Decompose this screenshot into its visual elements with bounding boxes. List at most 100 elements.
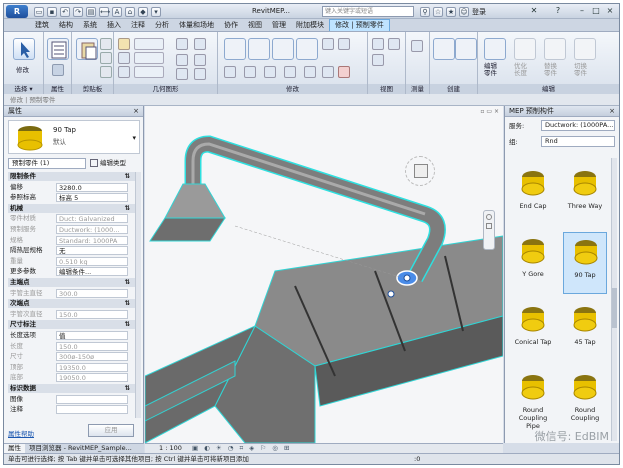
tab-1[interactable]: 结构 xyxy=(54,19,78,31)
close-hidden-icon[interactable]: ▾ xyxy=(151,6,161,17)
part-tile[interactable]: Y Gore xyxy=(511,232,555,294)
redo-icon[interactable]: ↷ xyxy=(73,6,83,17)
create-assembly-icon[interactable] xyxy=(433,38,455,60)
property-value[interactable] xyxy=(56,394,128,404)
view-scale[interactable]: 1 : 100 xyxy=(159,444,182,452)
tab-0[interactable]: 建筑 xyxy=(30,19,54,31)
instance-filter-dropdown[interactable]: 预制零件 (1) xyxy=(8,158,86,169)
cut-geometry-icon[interactable] xyxy=(118,52,130,64)
restore-button[interactable]: □ xyxy=(590,6,602,17)
save-icon[interactable]: ▪ xyxy=(47,6,57,17)
trim-icon[interactable] xyxy=(284,66,296,78)
part-tile[interactable]: Three Way xyxy=(563,164,607,226)
modify-arrow-icon[interactable] xyxy=(13,38,35,60)
favorites-icon[interactable]: ★ xyxy=(446,6,456,17)
properties-icon[interactable] xyxy=(47,38,69,60)
property-section[interactable]: 尺寸标注 ⇅ xyxy=(8,320,140,330)
mirror-line-icon[interactable] xyxy=(296,38,318,60)
create-parts-icon[interactable] xyxy=(455,38,477,60)
property-section[interactable]: 限制条件 ⇅ xyxy=(8,172,140,181)
tab-7[interactable]: 协作 xyxy=(219,19,243,31)
tab-2[interactable]: 系统 xyxy=(78,19,102,31)
tab-5[interactable]: 分析 xyxy=(150,19,174,31)
property-value[interactable] xyxy=(56,405,128,415)
property-value[interactable]: 3280.0 xyxy=(56,182,128,192)
parts-scrollbar[interactable] xyxy=(611,158,617,441)
subscription-icon[interactable]: ☆ xyxy=(433,6,443,17)
array-icon[interactable] xyxy=(304,66,316,78)
open-icon[interactable]: ▭ xyxy=(34,6,44,17)
measure-tool-icon[interactable] xyxy=(411,40,423,52)
view-control-icons[interactable]: ▣ ◐ ☀ ◔ ⌗ ◈ ⚐ ◎ ⊞ xyxy=(192,444,291,452)
exchange-icon[interactable]: ✕ xyxy=(528,6,540,17)
mirror-icon[interactable] xyxy=(272,38,294,60)
measure-icon[interactable]: ⟷ xyxy=(99,6,110,17)
text-icon[interactable]: A xyxy=(112,6,122,17)
apply-button[interactable]: 应用 xyxy=(88,424,134,437)
part-tile[interactable]: 90 Tap xyxy=(563,232,607,294)
user-icon[interactable]: ☺ xyxy=(459,6,469,17)
rotate-icon[interactable] xyxy=(264,66,276,78)
wall-icon[interactable] xyxy=(194,68,206,80)
property-section[interactable]: 机械 ⇅ xyxy=(8,203,140,213)
split-gap-icon[interactable] xyxy=(338,38,350,50)
close-icon[interactable]: × xyxy=(609,106,615,117)
scroll-thumb[interactable] xyxy=(612,288,617,328)
align-icon[interactable] xyxy=(224,38,246,60)
part-tile[interactable]: 45 Tap xyxy=(563,300,607,362)
collapse-icon[interactable]: ⇅ xyxy=(125,204,130,213)
collapse-icon[interactable]: ⇅ xyxy=(125,172,130,181)
collapse-icon[interactable]: ⇅ xyxy=(125,320,130,329)
tab-3[interactable]: 插入 xyxy=(102,19,126,31)
tab-11[interactable]: 修改 | 预制零件 xyxy=(329,19,390,31)
3d-viewport[interactable]: ▫ ▭ × xyxy=(145,106,503,443)
service-dropdown[interactable]: Ductwork: (1000PA... xyxy=(541,120,615,131)
edit-part-icon[interactable] xyxy=(484,38,506,60)
part-tile[interactable]: Round Coupling xyxy=(563,368,607,430)
navigation-bar[interactable] xyxy=(483,210,495,250)
copy-icon[interactable] xyxy=(100,52,112,64)
join-icon[interactable] xyxy=(118,66,130,78)
move-icon[interactable] xyxy=(224,66,236,78)
tab-8[interactable]: 视图 xyxy=(243,19,267,31)
paste-icon[interactable] xyxy=(76,38,98,60)
offset-icon[interactable] xyxy=(248,38,270,60)
edit-type-button[interactable]: 编辑类型 xyxy=(90,158,140,169)
part-tile[interactable]: End Cap xyxy=(511,164,555,226)
collapse-icon[interactable]: ⇅ xyxy=(125,278,130,287)
property-value[interactable]: 无 xyxy=(56,246,128,256)
part-tile[interactable]: Conical Tap xyxy=(511,300,555,362)
tab-6[interactable]: 体量和场地 xyxy=(174,19,219,31)
hide-icon[interactable] xyxy=(388,38,400,50)
close-icon[interactable]: × xyxy=(133,106,139,117)
split-icon[interactable] xyxy=(322,38,334,50)
property-section[interactable]: 标识数据 ⇅ xyxy=(8,384,140,393)
close-button[interactable]: × xyxy=(604,6,616,17)
unjoin-icon[interactable] xyxy=(176,54,188,66)
zoom-icon[interactable] xyxy=(486,223,492,229)
print-icon[interactable]: ▤ xyxy=(86,6,96,17)
binoculars-icon[interactable]: ⚲ xyxy=(420,6,430,17)
property-section[interactable]: 次端点 ⇅ xyxy=(8,299,140,309)
type-properties-icon[interactable] xyxy=(52,64,64,76)
undo-icon[interactable]: ↶ xyxy=(60,6,70,17)
cope-icon[interactable] xyxy=(118,38,130,50)
property-value[interactable]: 值 xyxy=(56,331,128,340)
tab-9[interactable]: 管理 xyxy=(267,19,291,31)
paint-icon[interactable] xyxy=(134,66,164,78)
delete-icon[interactable] xyxy=(338,66,350,78)
beam-icon[interactable] xyxy=(176,68,188,80)
linework-icon[interactable] xyxy=(372,54,384,66)
group-dropdown[interactable]: Rnd xyxy=(541,136,615,147)
match-type-icon[interactable] xyxy=(100,66,112,78)
override-graphics-icon[interactable] xyxy=(372,38,384,50)
switch-join-icon[interactable] xyxy=(194,54,206,66)
search-input[interactable]: 键入关键字或短语 xyxy=(322,6,414,17)
scale-icon[interactable] xyxy=(322,66,334,78)
property-section[interactable]: 主端点 ⇅ xyxy=(8,278,140,287)
steering-wheel-icon[interactable] xyxy=(486,214,492,220)
property-value[interactable]: 标高 5 xyxy=(56,193,128,203)
copy-element-icon[interactable] xyxy=(244,66,256,78)
minimize-button[interactable]: – xyxy=(576,6,588,17)
collapse-icon[interactable]: ⇅ xyxy=(125,384,130,393)
